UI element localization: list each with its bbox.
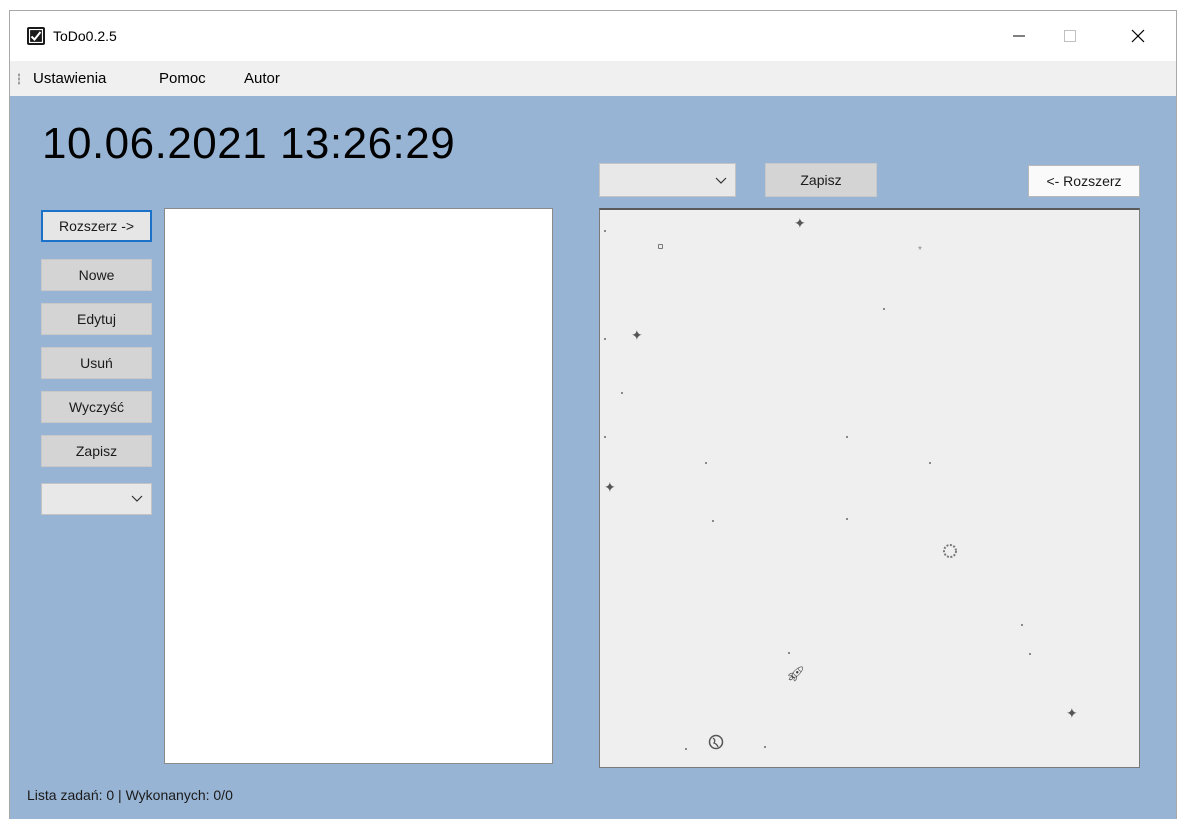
sun-icon — [943, 544, 957, 558]
sparkle-icon: ✦ — [794, 215, 806, 231]
menu-ustawienia[interactable]: Ustawienia — [33, 70, 106, 87]
new-button[interactable]: Nowe — [41, 259, 152, 291]
globe-icon — [708, 734, 724, 750]
minimize-button[interactable] — [996, 11, 1042, 61]
save-button[interactable]: Zapisz — [41, 435, 152, 467]
star-dot — [658, 244, 663, 249]
star-dot — [621, 392, 623, 394]
chevron-down-icon — [715, 177, 727, 184]
clear-button[interactable]: Wyczyść — [41, 391, 152, 423]
star-dot — [788, 652, 790, 654]
sparkle-icon: ✦ — [604, 479, 616, 495]
star-dot — [883, 308, 885, 310]
app-window: ToDo0.2.5 Ustawienia Pomoc Autor 10.06.2… — [9, 10, 1177, 819]
expand-button[interactable]: Rozszerz -> — [41, 210, 152, 242]
rocket-icon: 🚀︎ — [786, 666, 806, 683]
status-text: Lista zadań: 0 | Wykonanych: 0/0 — [27, 787, 233, 803]
chevron-down-icon — [131, 495, 143, 502]
edit-button[interactable]: Edytuj — [41, 303, 152, 335]
star-dot — [929, 462, 931, 464]
task-list[interactable] — [164, 208, 553, 764]
close-button[interactable] — [1115, 11, 1161, 61]
star-dot — [685, 748, 687, 750]
title-bar[interactable]: ToDo0.2.5 — [10, 11, 1176, 61]
star-dot — [705, 462, 707, 464]
maximize-icon — [1064, 30, 1076, 42]
starfield-canvas[interactable]: ✦ * ✦ ✦ 🚀︎ ✦ — [599, 208, 1140, 768]
star-dot — [846, 436, 848, 438]
star-dot — [1021, 624, 1023, 626]
right-save-button[interactable]: Zapisz — [765, 163, 877, 197]
star-dot — [846, 518, 848, 520]
right-combo[interactable] — [599, 163, 736, 197]
delete-button[interactable]: Usuń — [41, 347, 152, 379]
close-icon — [1131, 29, 1145, 43]
star-icon: * — [918, 245, 922, 256]
menu-autor[interactable]: Autor — [244, 70, 280, 87]
sparkle-icon: ✦ — [1066, 705, 1078, 721]
star-dot — [604, 338, 606, 340]
menu-pomoc[interactable]: Pomoc — [159, 70, 206, 87]
star-dot — [764, 746, 766, 748]
sparkle-icon: ✦ — [631, 327, 643, 343]
star-dot — [712, 520, 714, 522]
minimize-icon — [1013, 35, 1025, 37]
grip-icon — [18, 73, 20, 85]
maximize-button[interactable] — [1047, 11, 1093, 61]
clock-display: 10.06.2021 13:26:29 — [42, 119, 456, 168]
left-combo[interactable] — [41, 483, 152, 515]
collapse-button[interactable]: <- Rozszerz — [1028, 165, 1140, 197]
checkbox-icon — [27, 27, 45, 45]
window-title: ToDo0.2.5 — [53, 28, 117, 44]
star-dot — [1029, 653, 1031, 655]
star-dot — [604, 436, 606, 438]
star-dot — [604, 230, 606, 232]
